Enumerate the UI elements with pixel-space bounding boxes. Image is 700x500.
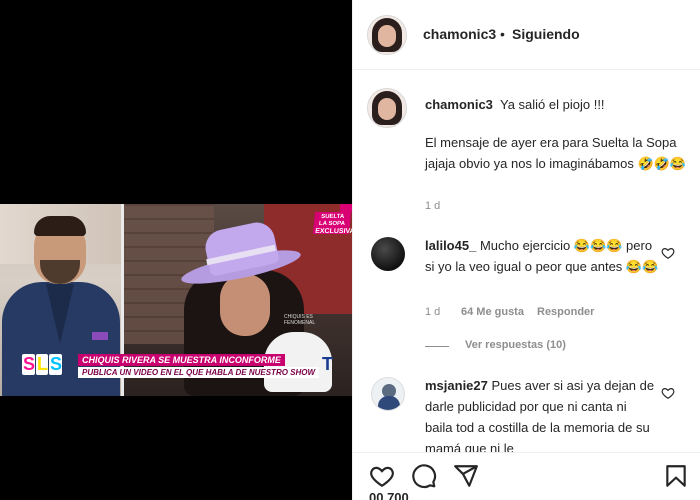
- comment-avatar[interactable]: [371, 377, 405, 411]
- comment-username[interactable]: msjanie27: [425, 378, 488, 393]
- caption-username[interactable]: chamonic3: [425, 97, 493, 112]
- comment-meta: 1 d 64 Me gusta Responder: [425, 306, 594, 318]
- view-replies-button[interactable]: Ver respuestas (10): [465, 339, 566, 351]
- share-icon[interactable]: [453, 463, 479, 489]
- comment-timestamp[interactable]: 1 d: [425, 306, 440, 318]
- reply-button[interactable]: Responder: [537, 306, 594, 318]
- follow-status-button[interactable]: Siguiendo: [512, 26, 580, 42]
- comment-item: lalilo45_ Mucho ejercicio 😂😂😂 pero si yo…: [425, 235, 665, 277]
- comment-likes[interactable]: 64 Me gusta: [461, 306, 524, 318]
- comment-like-icon[interactable]: [661, 246, 675, 260]
- caption-first-line: Ya salió el piojo !!!: [500, 97, 605, 112]
- caption-body: El mensaje de ayer era para Suelta la So…: [425, 135, 687, 171]
- heart-icon[interactable]: [369, 463, 395, 489]
- caption-avatar[interactable]: [367, 88, 407, 128]
- comment-like-icon[interactable]: [661, 386, 675, 400]
- video-small-caption: CHIQUIS ES FENOMENAL: [284, 314, 316, 326]
- replies-divider: [425, 346, 449, 347]
- comment-item: msjanie27 Pues aver si asi ya dejan de d…: [425, 375, 657, 459]
- author-username[interactable]: chamonic3: [423, 26, 496, 42]
- post-sidebar: chamonic3 • Siguiendo chamonic3 Ya salió…: [352, 0, 700, 500]
- author-avatar[interactable]: [367, 15, 407, 55]
- video-lower-third: SLS CHIQUIS RIVERA SE MUESTRA INCONFORME…: [22, 354, 352, 380]
- bookmark-icon[interactable]: [663, 463, 689, 489]
- exclusive-badge: SUELTA LA SOPA EXCLUSIVA: [312, 212, 352, 235]
- post-likes-count[interactable]: 00,700 ...: [369, 490, 423, 500]
- caption-timestamp[interactable]: 1 d: [425, 200, 440, 212]
- comment-icon[interactable]: [411, 463, 437, 489]
- comment-avatar[interactable]: [371, 237, 405, 271]
- video-headline: CHIQUIS RIVERA SE MUESTRA INCONFORME: [78, 354, 285, 366]
- post-header: chamonic3 • Siguiendo: [353, 0, 700, 70]
- separator-dot: •: [500, 26, 505, 42]
- comment-username[interactable]: lalilo45_: [425, 238, 476, 253]
- sls-logo: SLS: [22, 354, 62, 375]
- video-subheadline: PUBLICA UN VIDEO EN EL QUE HABLA DE NUES…: [78, 367, 320, 378]
- video-frame[interactable]: T CHIQUIS ES FENOMENAL SUELTA LA SOPA EX…: [0, 204, 352, 396]
- post-media[interactable]: T CHIQUIS ES FENOMENAL SUELTA LA SOPA EX…: [0, 0, 352, 500]
